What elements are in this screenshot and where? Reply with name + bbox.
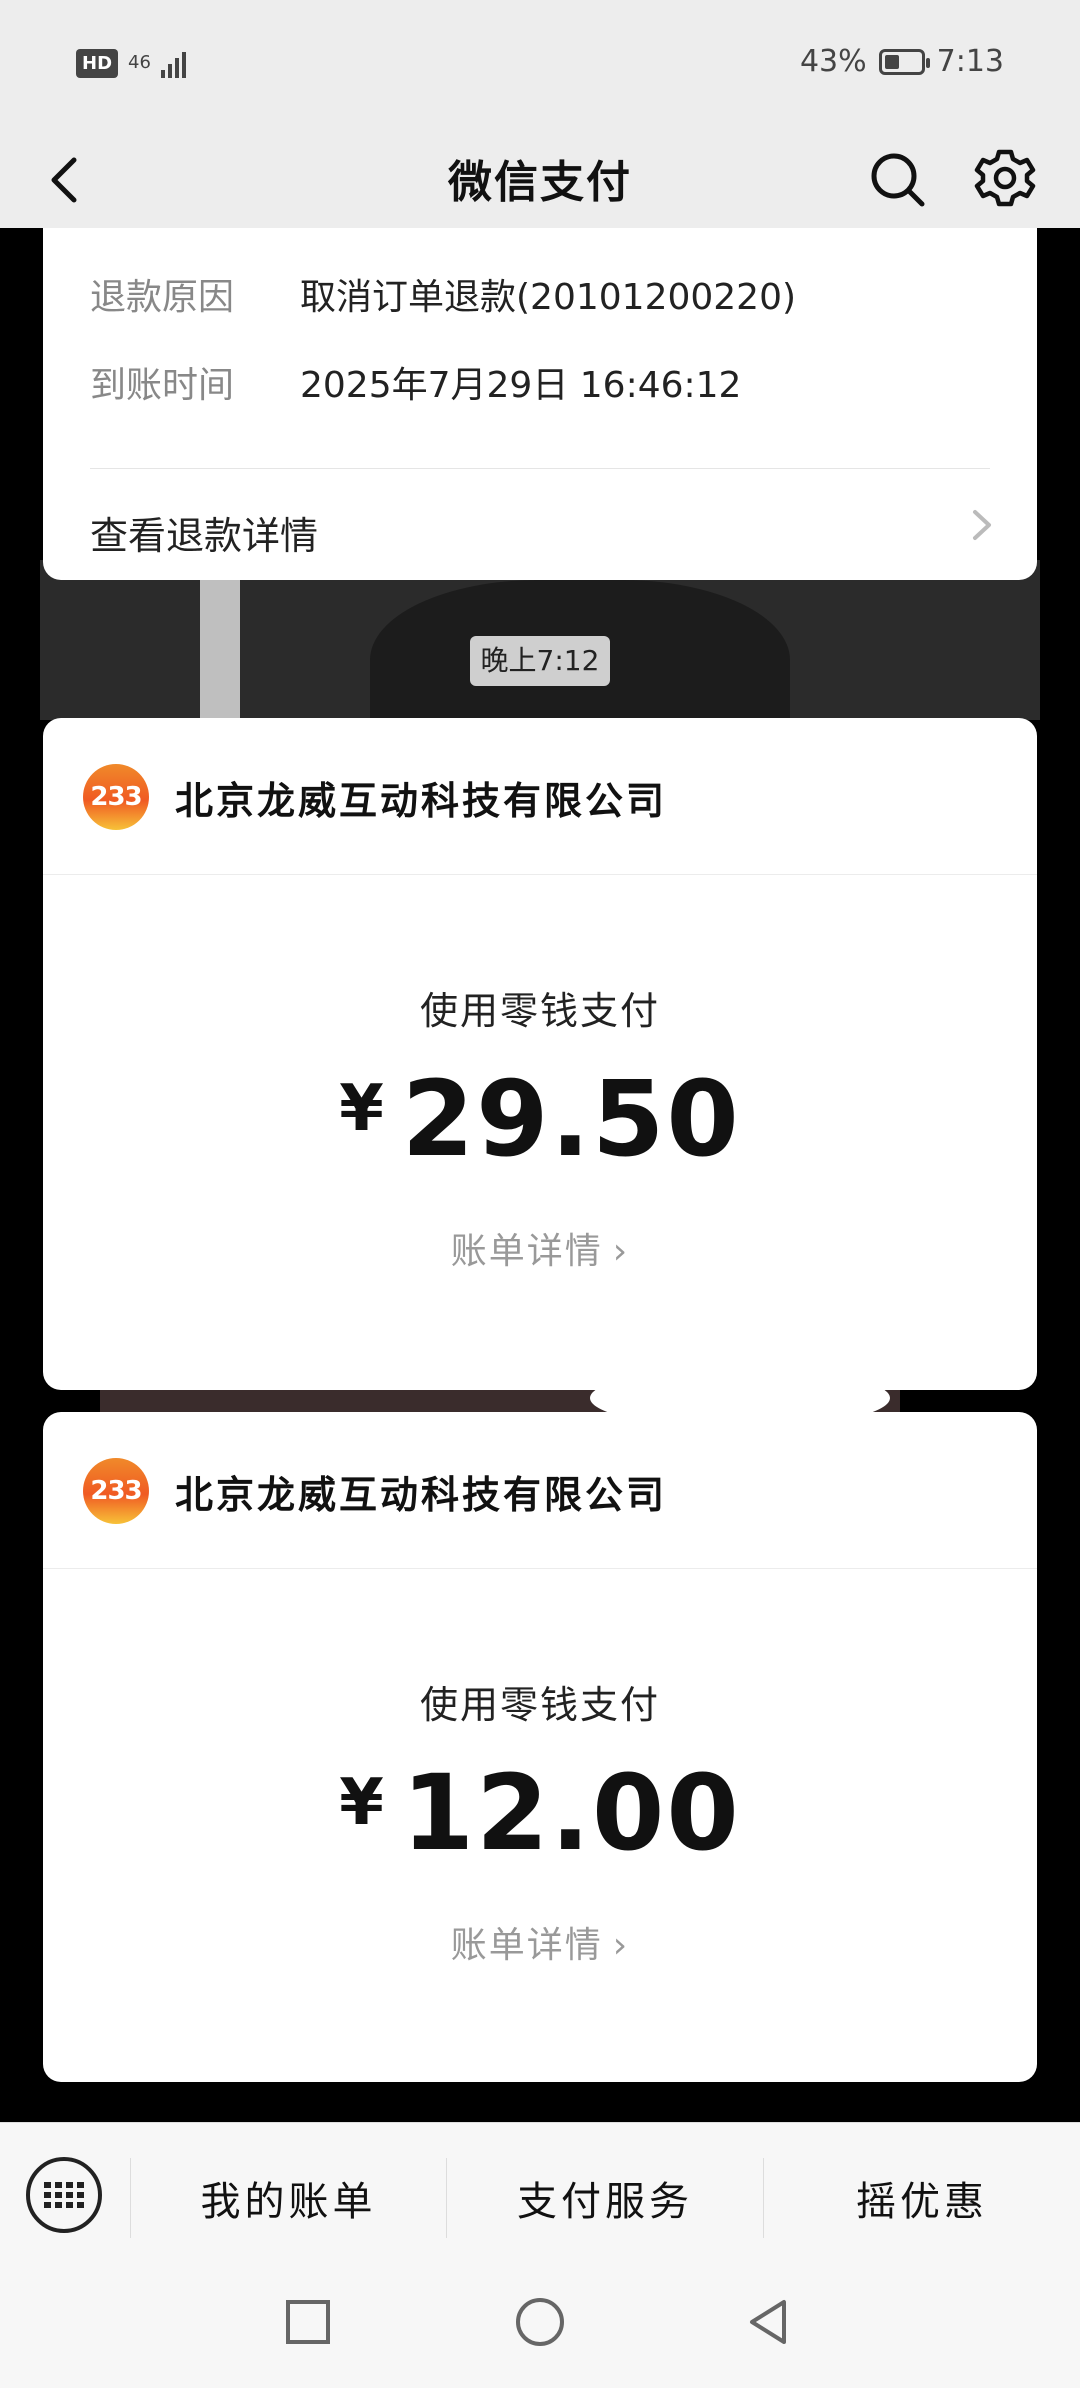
arrival-time-value: 2025年7月29日 16:46:12 bbox=[300, 365, 742, 406]
merchant-name: 北京龙威互动科技有限公司 bbox=[175, 778, 668, 823]
payment-method: 使用零钱支付 bbox=[419, 989, 660, 1033]
status-right: 43% 7:13 bbox=[800, 44, 1004, 79]
top-bar: HD 46 43% 7:13 微信支付 bbox=[0, 0, 1080, 228]
keyboard-icon[interactable] bbox=[26, 2157, 102, 2233]
app-header: 微信支付 bbox=[0, 128, 1080, 228]
chevron-right-icon: › bbox=[612, 1925, 630, 1966]
payment-amount: ¥29.50 bbox=[43, 1058, 1037, 1180]
merchant-logo: 233 bbox=[83, 764, 149, 830]
battery-icon bbox=[878, 48, 930, 75]
background-artwork-strip bbox=[100, 1388, 900, 1414]
triangle-back-icon[interactable] bbox=[738, 2292, 798, 2352]
chevron-right-icon[interactable] bbox=[961, 500, 1001, 550]
status-bar: HD 46 43% 7:13 bbox=[0, 0, 1080, 128]
divider bbox=[43, 1568, 1037, 1569]
refund-reason-label: 退款原因 bbox=[90, 277, 235, 318]
merchant-logo: 233 bbox=[83, 1458, 149, 1524]
network-type: 46 bbox=[128, 52, 151, 73]
view-refund-details-link[interactable]: 查看退款详情 bbox=[90, 505, 318, 560]
refund-card: 退款原因 取消订单退款(20101200220) 到账时间 2025年7月29日… bbox=[43, 200, 1037, 580]
payment-amount: ¥12.00 bbox=[43, 1752, 1037, 1874]
circle-icon[interactable] bbox=[510, 2292, 570, 2352]
signal-icon bbox=[160, 48, 186, 78]
bill-details-link[interactable]: 账单详情 › bbox=[43, 1916, 1037, 1968]
chevron-right-icon: › bbox=[612, 1231, 630, 1272]
menu-my-bills[interactable]: 我的账单 bbox=[131, 2123, 446, 2273]
merchant-row: 233 北京龙威互动科技有限公司 bbox=[83, 1458, 667, 1524]
divider bbox=[90, 468, 990, 469]
refund-reason-row: 退款原因 取消订单退款(20101200220) bbox=[90, 268, 796, 320]
menu-payment-services[interactable]: 支付服务 bbox=[447, 2123, 763, 2273]
search-icon[interactable] bbox=[862, 138, 932, 218]
payment-card[interactable]: 233 北京龙威互动科技有限公司 使用零钱支付 ¥12.00 账单详情 › bbox=[43, 1412, 1037, 2082]
currency-symbol: ¥ bbox=[339, 1072, 384, 1146]
battery-percent: 43% bbox=[799, 44, 867, 79]
arrival-time-row: 到账时间 2025年7月29日 16:46:12 bbox=[90, 356, 741, 408]
arrival-time-label: 到账时间 bbox=[90, 365, 235, 406]
amount-value: 29.50 bbox=[401, 1058, 741, 1180]
merchant-row: 233 北京龙威互动科技有限公司 bbox=[83, 764, 667, 830]
clock: 7:13 bbox=[936, 44, 1004, 79]
payment-method: 使用零钱支付 bbox=[419, 1683, 660, 1727]
system-nav-bar bbox=[0, 2272, 1080, 2388]
gear-icon[interactable] bbox=[968, 138, 1042, 218]
status-left: HD 46 bbox=[76, 48, 186, 78]
square-icon[interactable] bbox=[278, 2292, 338, 2352]
bill-details-link[interactable]: 账单详情 › bbox=[43, 1222, 1037, 1274]
menu-shake-offers[interactable]: 摇优惠 bbox=[764, 2123, 1080, 2273]
merchant-name: 北京龙威互动科技有限公司 bbox=[175, 1472, 668, 1517]
bill-details-label: 账单详情 bbox=[450, 1925, 603, 1966]
payment-card[interactable]: 233 北京龙威互动科技有限公司 使用零钱支付 ¥29.50 账单详情 › bbox=[43, 718, 1037, 1390]
currency-symbol: ¥ bbox=[339, 1766, 384, 1840]
time-divider: 晚上7:12 bbox=[470, 636, 610, 686]
hd-badge: HD bbox=[76, 48, 119, 78]
bill-details-label: 账单详情 bbox=[450, 1231, 603, 1272]
bottom-menu: 我的账单 支付服务 摇优惠 bbox=[0, 2122, 1080, 2273]
divider bbox=[43, 874, 1037, 875]
refund-reason-value: 取消订单退款(20101200220) bbox=[300, 277, 797, 318]
amount-value: 12.00 bbox=[401, 1752, 741, 1874]
